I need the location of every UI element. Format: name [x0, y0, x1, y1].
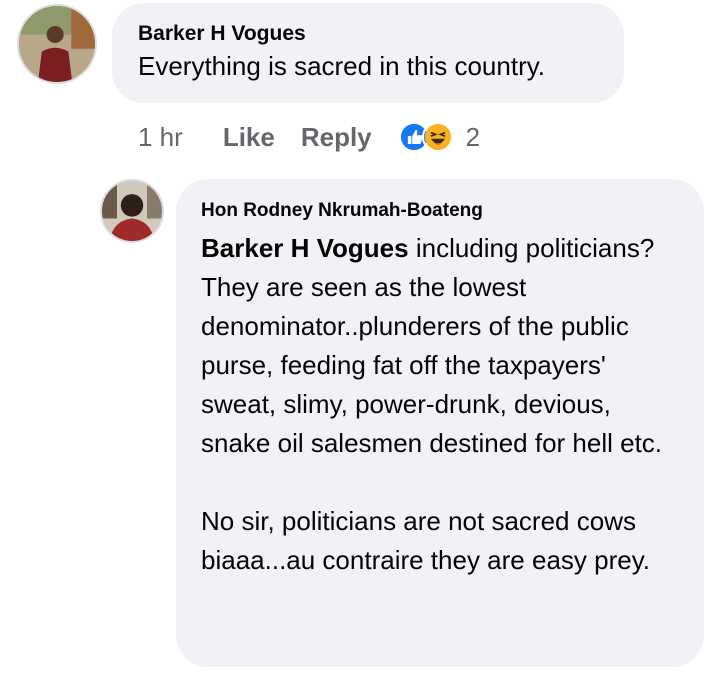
reaction-count: 2	[465, 121, 481, 152]
comment-author[interactable]: Hon Rodney Nkrumah-Boateng	[201, 199, 684, 223]
comment-timestamp[interactable]: 1 hr	[138, 122, 183, 153]
avatar[interactable]	[100, 179, 164, 243]
comment-paragraph: No sir, politicians are not sacred cows …	[201, 506, 650, 575]
reply-button[interactable]: Reply	[301, 122, 372, 153]
avatar[interactable]	[17, 4, 97, 84]
like-button[interactable]: Like	[223, 122, 275, 153]
haha-icon	[421, 121, 454, 153]
comment-paragraph: Barker H Vogues including politicians? T…	[201, 229, 684, 463]
reactions-summary[interactable]: 2	[397, 121, 481, 153]
comment-text: Barker H Vogues including politicians? T…	[201, 229, 684, 580]
comment-text: Everything is sacred in this country.	[138, 51, 546, 81]
mention-link[interactable]: Barker H Vogues	[201, 233, 409, 263]
comment-author[interactable]: Barker H Vogues	[138, 21, 624, 46]
user-avatar-icon	[102, 181, 162, 241]
user-avatar-icon	[19, 6, 95, 82]
comment-bubble: Hon Rodney Nkrumah-Boateng Barker H Vogu…	[176, 179, 704, 667]
comment-actions: 1 hr Like Reply 2	[138, 117, 480, 157]
comment-paragraph-text: including politicians? They are seen as …	[201, 233, 663, 458]
comment-bubble: Barker H Vogues Everything is sacred in …	[112, 3, 624, 103]
